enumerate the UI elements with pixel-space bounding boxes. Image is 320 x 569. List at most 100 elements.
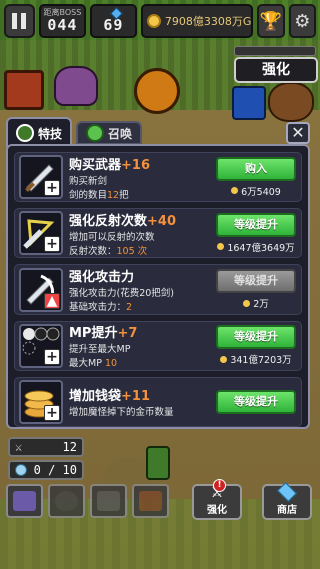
upgrade-row-buy-weapon: + 购买武器+16 购买新剑 剑的数目12把 购入 6万5409 [14, 152, 302, 203]
row-title: 强化反射次数 [69, 213, 148, 229]
plus-icon: + [44, 236, 60, 253]
tab-skills[interactable]: 特技 [6, 117, 73, 147]
boss-distance-box: 距离BOSS 044 [38, 4, 86, 38]
tab-summon[interactable]: 召唤 [76, 121, 143, 145]
skill-bar [6, 484, 169, 518]
tab-skills-label: 特技 [38, 126, 63, 141]
gold-box: 7908億3308万G [140, 4, 254, 38]
hairy-monster-sprite [268, 82, 314, 122]
row-cost: 341億7203万 [230, 355, 292, 367]
coin-icon [220, 355, 228, 363]
coin-icon [217, 243, 225, 251]
beast-skill-icon [139, 491, 162, 511]
upgrade-row-mp: + MP提升+7 提升至最大MP 最大MP 10 等级提升 341億7203万 [14, 320, 302, 371]
top-bar: 距离BOSS 044 69 7908億3308万G 🏆 ⚙ [4, 4, 316, 38]
boss-distance-label: 距离BOSS [43, 8, 82, 17]
enhance-header: 强化 [234, 57, 318, 83]
skill-slot-2[interactable] [48, 484, 85, 518]
sword-count-value: 12 [62, 440, 77, 454]
sword-small-icon: ⚔ [15, 440, 23, 454]
shop-button[interactable]: 商店 [262, 482, 312, 520]
trophy-button[interactable]: 🏆 [257, 4, 285, 38]
attack-sword-icon: ▲ [19, 267, 63, 312]
row-cost: 6万5409 [241, 186, 281, 198]
row-description: 增加魔怪掉下的金币数量 [69, 407, 174, 419]
row-stat-value: 12 [107, 189, 120, 201]
spider-skill-icon [55, 491, 78, 511]
row-bonus: +11 [121, 389, 150, 405]
coin-stack-icon: + [19, 379, 63, 424]
plus-icon: + [44, 348, 60, 365]
tab-summon-label: 召唤 [108, 126, 133, 141]
level-up-button[interactable]: 等级提升 [216, 212, 296, 237]
skill-slot-4[interactable] [132, 484, 169, 518]
alert-badge: ! [213, 479, 226, 492]
upgrade-row-attack: ▲ 强化攻击力 强化攻击力(花费20把剑) 基础攻击力：2 等级提升 2万 [14, 264, 302, 315]
row-stat-value: 105 [116, 245, 135, 257]
row-stat-value: 2 [126, 302, 133, 313]
row-stat-label: 反射次数： [69, 245, 117, 257]
row-description: 强化攻击力(花费20把剑) [69, 288, 175, 299]
settings-button[interactable]: ⚙ [288, 4, 316, 38]
gem-count: 69 [103, 16, 124, 34]
upgrade-row-reflect: + 强化反射次数+40 增加可以反射的次数 反射次数：105 次 等级提升 16… [14, 208, 302, 259]
boss-distance-value: 044 [47, 16, 78, 34]
row-bonus: +7 [117, 326, 138, 342]
row-title: MP提升 [69, 326, 118, 342]
enhance-button[interactable]: ⚔ 强化 ! [192, 479, 242, 520]
header-strip [234, 46, 316, 56]
row-bonus: +40 [147, 213, 176, 229]
row-bonus: +16 [121, 157, 150, 173]
enhance-button-label: 强化 [207, 505, 227, 516]
level-up-button[interactable]: 等级提升 [216, 325, 296, 350]
upgrade-row-wallet: + 增加钱袋+11 增加魔怪掉下的金币数量 等级提升 [14, 376, 302, 427]
row-title: 购买武器 [69, 157, 122, 173]
knight-monster-sprite [232, 86, 266, 120]
orb-count-value: 0 / 10 [33, 463, 77, 477]
level-up-button-disabled[interactable]: 等级提升 [216, 269, 296, 293]
level-up-button[interactable]: 等级提升 [216, 389, 296, 414]
orb-count: 0 / 10 [8, 460, 84, 480]
row-description: 增加可以反射的次数 [69, 231, 155, 243]
pumpkin-monster-sprite [134, 68, 180, 114]
plus-icon: + [44, 404, 60, 421]
pause-icon [12, 13, 18, 29]
row-stat-suffix: 把 [119, 189, 129, 201]
row-stat-suffix: 次 [134, 245, 148, 257]
row-title: 增加钱袋 [69, 389, 122, 405]
close-button[interactable]: ✕ [286, 122, 310, 144]
hero-sprite [146, 446, 170, 480]
coin-icon [243, 299, 251, 307]
hero-face-icon [16, 124, 34, 142]
row-stat-label: 基础攻击力： [69, 302, 127, 313]
sword-count: ⚔ 12 [8, 437, 84, 457]
summon-icon [86, 124, 105, 142]
reflect-sword-icon: + [19, 211, 63, 256]
coin-icon [231, 187, 239, 195]
shop-button-label: 商店 [277, 505, 297, 516]
gem-box: 69 [89, 4, 137, 38]
panel-tabs: 特技 召唤 [6, 117, 143, 147]
ghost-skill-icon [97, 491, 120, 511]
diamond-icon [277, 482, 297, 502]
trophy-icon: 🏆 [259, 10, 283, 32]
row-title: 强化攻击力 [69, 270, 135, 285]
row-stat-label: 最大MP [69, 358, 105, 370]
orb-icon [15, 464, 27, 476]
row-description: 提升至最大MP [69, 344, 131, 356]
sword-icon: + [19, 155, 63, 200]
arrow-up-icon: ▲ [44, 292, 60, 309]
pause-button[interactable] [4, 4, 35, 38]
skill-slot-3[interactable] [90, 484, 127, 518]
row-cost: 2万 [253, 299, 269, 310]
skill-slot-1[interactable] [6, 484, 43, 518]
close-icon: ✕ [291, 123, 305, 142]
buy-button[interactable]: 购入 [216, 156, 296, 181]
row-stat-value: 10 [104, 358, 118, 370]
dragon-skill-icon [13, 491, 36, 511]
upgrade-list: + 购买武器+16 购买新剑 剑的数目12把 购入 6万5409 + 强化反射次… [14, 152, 302, 427]
bat-monster-sprite [54, 66, 98, 106]
upgrade-panel: + 购买武器+16 购买新剑 剑的数目12把 购入 6万5409 + 强化反射次… [6, 144, 310, 429]
gold-amount: 7908億3308万G [164, 15, 252, 28]
plus-icon: + [44, 180, 60, 197]
